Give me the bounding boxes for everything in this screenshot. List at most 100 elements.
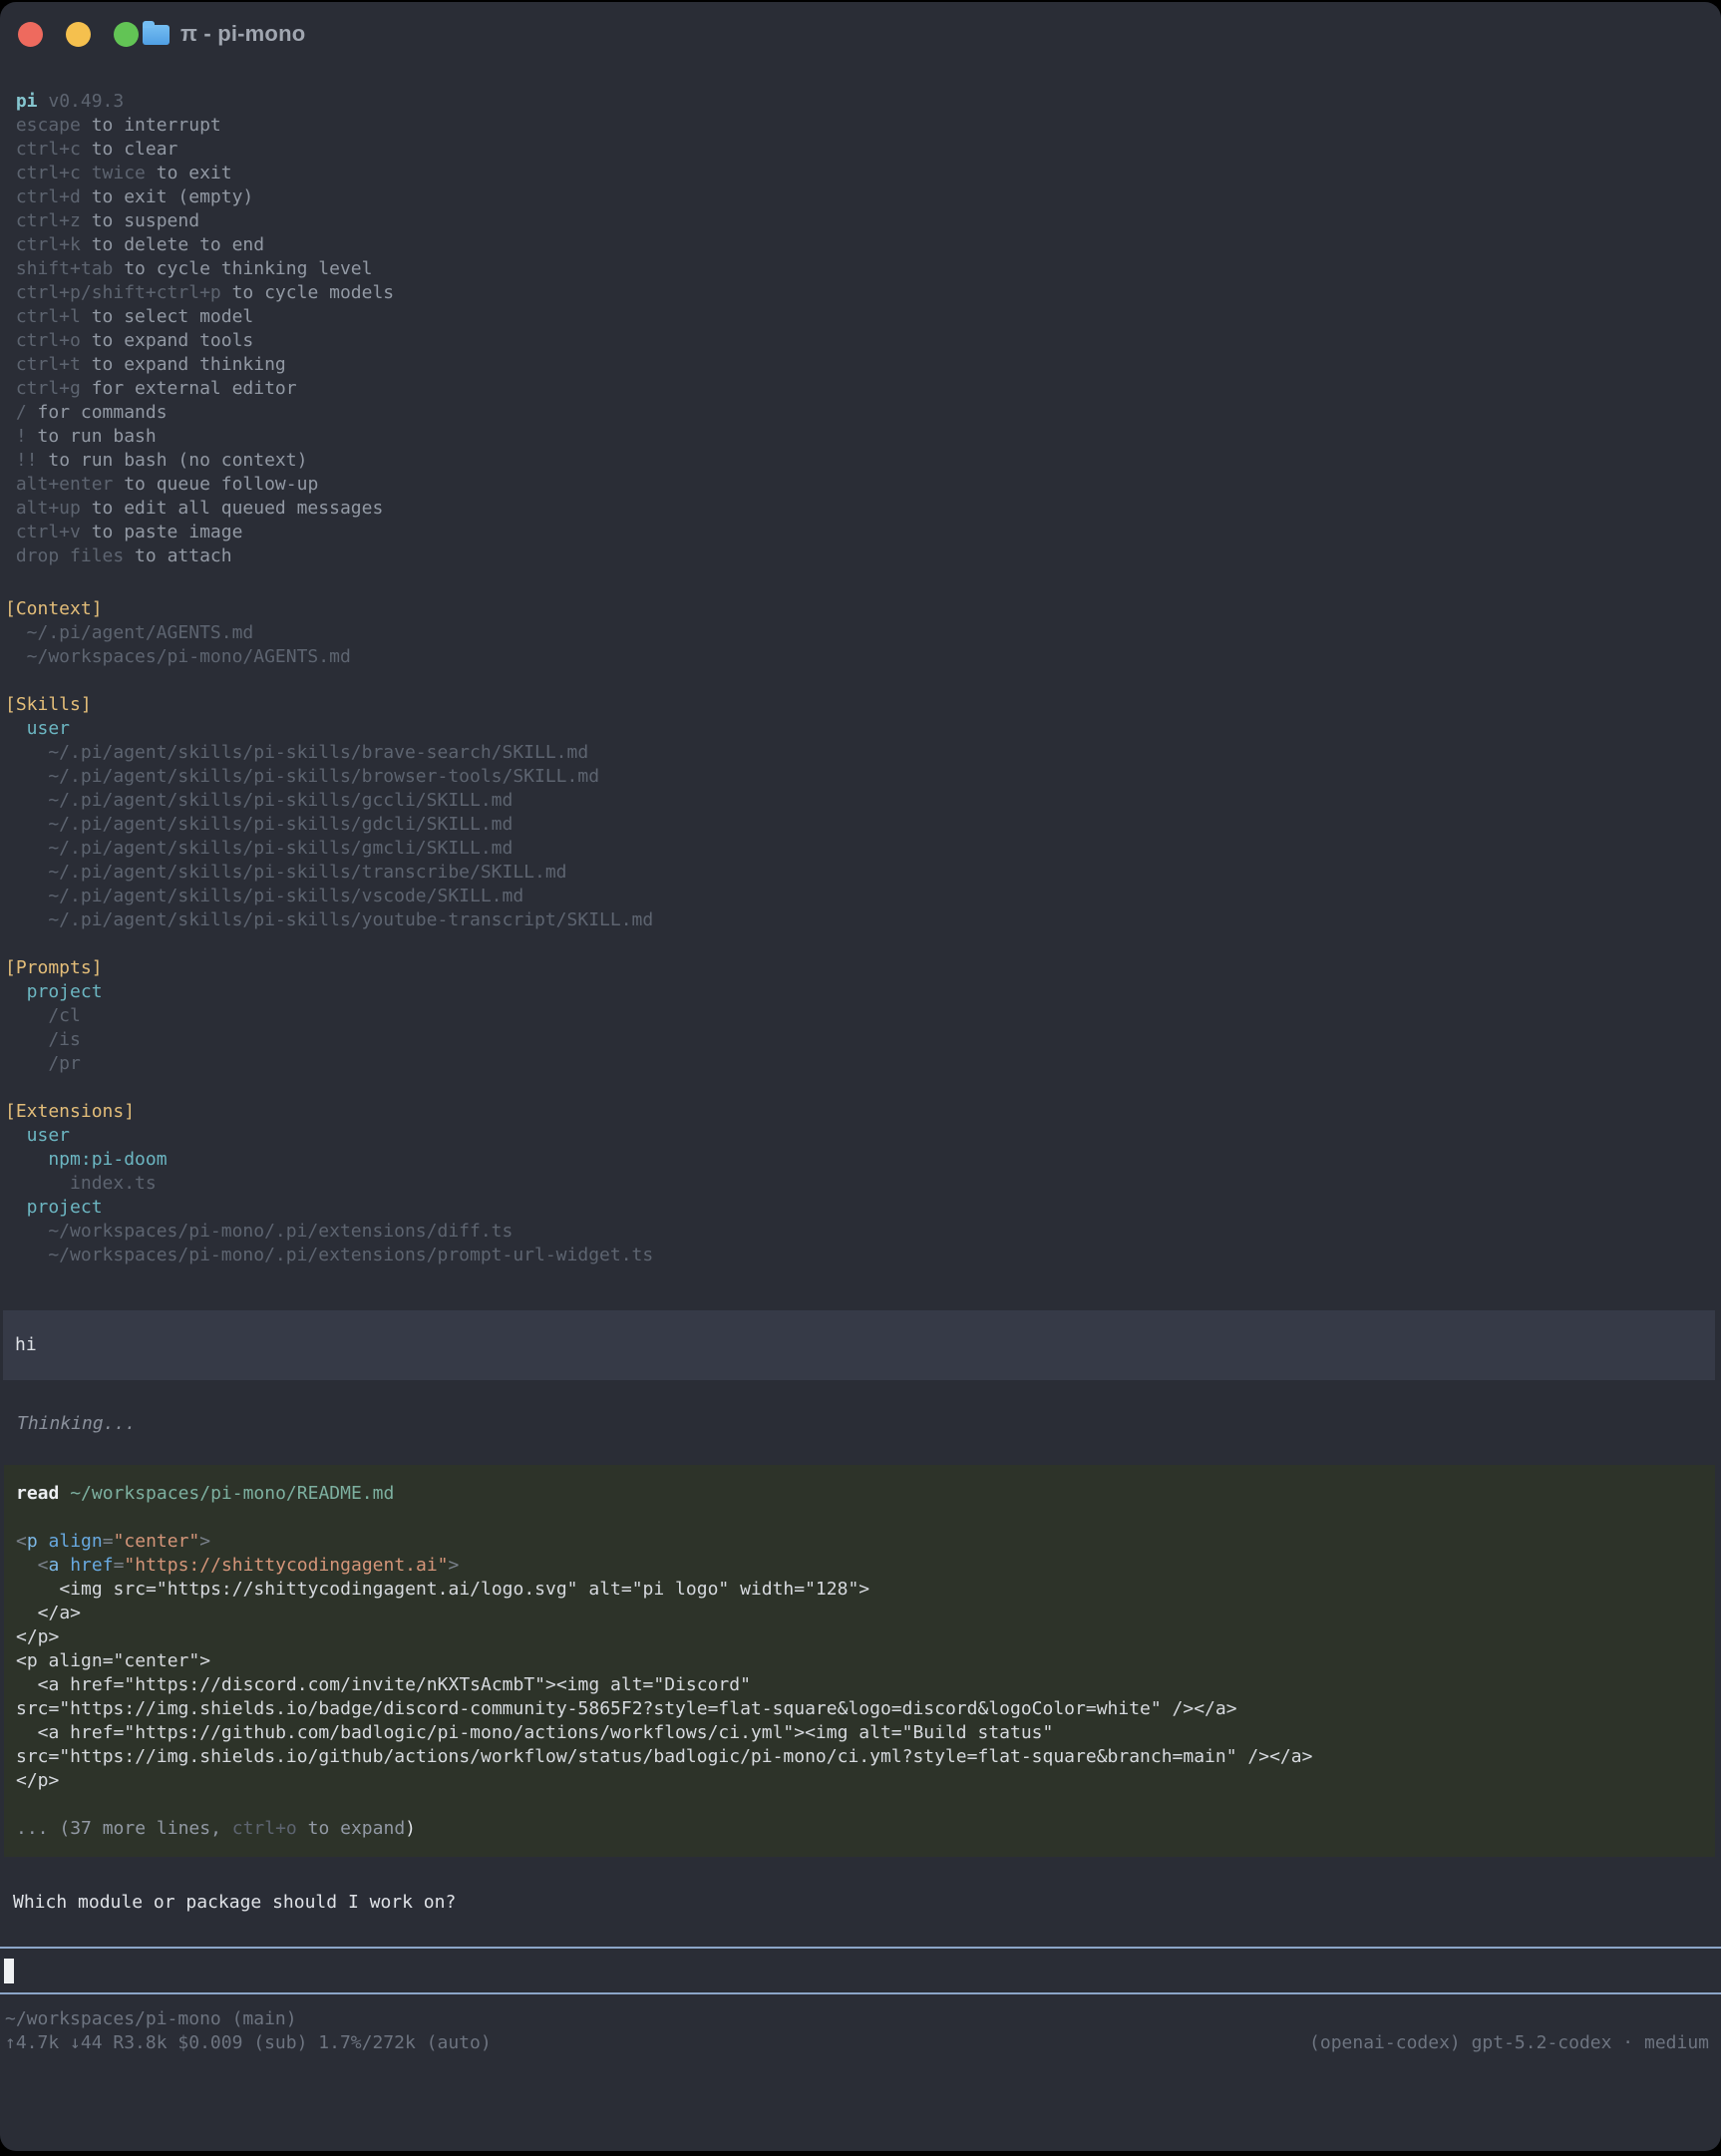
status-line: ↑4.7k ↓44 R3.8k $0.009 (sub) 1.7%/272k (… <box>5 2031 1709 2055</box>
text-segment <box>38 91 49 112</box>
text-segment: ctrl+l <box>5 306 81 327</box>
terminal-line <box>5 669 1721 693</box>
terminal-line: read ~/workspaces/pi-mono/README.md <box>16 1482 1715 1506</box>
text-segment: <a href="https://github.com/badlogic/pi-… <box>16 1722 1053 1743</box>
text-segment: ~/.pi/agent/skills/pi-skills/vscode/SKIL… <box>5 886 523 906</box>
text-segment: index.ts <box>5 1173 157 1194</box>
text-segment: (37 more lines, <box>59 1818 231 1839</box>
terminal-line <box>16 1793 1715 1817</box>
text-segment: ... <box>16 1818 59 1839</box>
terminal-line: <a href="https://github.com/badlogic/pi-… <box>16 1721 1715 1745</box>
thinking-indicator: Thinking... <box>0 1412 1721 1436</box>
text-segment: src="https://img.shields.io/badge/discor… <box>16 1698 1237 1719</box>
terminal-line: src="https://img.shields.io/badge/discor… <box>16 1697 1715 1721</box>
text-segment: /is <box>5 1029 81 1050</box>
close-button[interactable] <box>18 22 43 47</box>
text-segment: escape <box>5 115 81 136</box>
terminal-line: project <box>5 980 1721 1004</box>
text-segment: a <box>49 1555 71 1576</box>
terminal-line: <a href="https://shittycodingagent.ai"> <box>16 1554 1715 1578</box>
text-segment: to run bash <box>27 426 157 447</box>
terminal-window: π - pi-mono pi v0.49.3 escape to interru… <box>0 2 1721 2151</box>
terminal-line: shift+tab to cycle thinking level <box>5 257 1721 281</box>
prompt-input[interactable] <box>0 1947 1721 1994</box>
text-segment: ~/workspaces/pi-mono/.pi/extensions/diff… <box>5 1221 513 1242</box>
text-segment: npm:pi-doom <box>5 1149 168 1170</box>
text-segment: to attach <box>124 545 231 566</box>
text-segment: ~/.pi/agent/skills/pi-skills/gdcli/SKILL… <box>5 814 513 835</box>
terminal-line: src="https://img.shields.io/github/actio… <box>16 1745 1715 1769</box>
text-segment: < <box>16 1555 49 1576</box>
text-segment <box>5 91 16 112</box>
terminal-line: ctrl+k to delete to end <box>5 233 1721 257</box>
terminal-line: drop files to attach <box>5 544 1721 568</box>
text-segment: ctrl+t <box>5 354 81 375</box>
text-segment: alt+enter <box>5 474 113 495</box>
text-segment: to expand <box>297 1818 405 1839</box>
intro-help-lines: pi v0.49.3 escape to interrupt ctrl+c to… <box>0 90 1721 568</box>
text-segment: ) <box>405 1818 416 1839</box>
terminal-line: ~/workspaces/pi-mono/AGENTS.md <box>5 645 1721 669</box>
text-segment: src="https://img.shields.io/github/actio… <box>16 1746 1312 1767</box>
terminal-line: ctrl+c twice to exit <box>5 162 1721 185</box>
text-segment: </a> <box>16 1603 81 1623</box>
text-segment: ~/.pi/agent/skills/pi-skills/gmcli/SKILL… <box>5 838 513 859</box>
text-segment: to exit <box>146 163 232 183</box>
text-segment: ~/workspaces/pi-mono/README.md <box>59 1483 394 1504</box>
text-segment: user <box>5 1125 70 1146</box>
text-segment: p <box>27 1531 49 1552</box>
terminal-line: ctrl+v to paste image <box>5 521 1721 544</box>
text-segment: to exit (empty) <box>81 186 253 207</box>
text-segment: to expand tools <box>81 330 253 351</box>
text-segment: project <box>5 1197 103 1218</box>
read-tool-block: read ~/workspaces/pi-mono/README.md<p al… <box>4 1465 1715 1857</box>
text-segment: [Extensions] <box>5 1101 135 1122</box>
text-segment: /cl <box>5 1005 81 1026</box>
terminal-line: ctrl+d to exit (empty) <box>5 185 1721 209</box>
text-segment: align <box>49 1531 103 1552</box>
text-segment: > <box>449 1555 460 1576</box>
terminal-line: ~/.pi/agent/skills/pi-skills/gmcli/SKILL… <box>5 837 1721 861</box>
terminal-line: / for commands <box>5 401 1721 425</box>
text-segment: [Skills] <box>5 694 92 715</box>
text-segment: ctrl+k <box>5 234 81 255</box>
text-segment: ctrl+o <box>232 1818 297 1839</box>
text-segment: to queue follow-up <box>113 474 318 495</box>
terminal-line: </p> <box>16 1769 1715 1793</box>
terminal-line: ctrl+l to select model <box>5 305 1721 329</box>
terminal-line: ~/.pi/agent/skills/pi-skills/gdcli/SKILL… <box>5 813 1721 837</box>
text-segment: "center" <box>114 1531 200 1552</box>
zoom-button[interactable] <box>114 22 139 47</box>
window-title: π - pi-mono <box>180 21 305 47</box>
terminal-content: pi v0.49.3 escape to interrupt ctrl+c to… <box>0 90 1721 2055</box>
text-segment: drop files <box>5 545 124 566</box>
window-titlebar[interactable]: π - pi-mono <box>0 2 1721 66</box>
terminal-line: </a> <box>16 1602 1715 1625</box>
text-segment: ~/.pi/agent/skills/pi-skills/youtube-tra… <box>5 909 653 930</box>
text-segment: < <box>16 1531 27 1552</box>
text-segment: </p> <box>16 1770 59 1791</box>
folder-icon <box>143 25 170 45</box>
terminal-line: /is <box>5 1028 1721 1052</box>
text-segment: to expand thinking <box>81 354 286 375</box>
text-segment: ! <box>5 426 27 447</box>
status-model: (openai-codex) gpt-5.2-codex · medium <box>1309 2031 1709 2055</box>
text-segment: to clear <box>81 139 178 160</box>
terminal-line: /cl <box>5 1004 1721 1028</box>
minimize-button[interactable] <box>66 22 91 47</box>
terminal-line: ctrl+z to suspend <box>5 209 1721 233</box>
text-segment: <img src="https://shittycodingagent.ai/l… <box>16 1579 869 1600</box>
terminal-line: <img src="https://shittycodingagent.ai/l… <box>16 1578 1715 1602</box>
text-segment: ~/.pi/agent/skills/pi-skills/browser-too… <box>5 766 599 787</box>
text-segment: to select model <box>81 306 253 327</box>
text-segment: ~/.pi/agent/AGENTS.md <box>5 622 253 643</box>
terminal-line: ctrl+o to expand tools <box>5 329 1721 353</box>
user-message-text: hi <box>15 1333 1715 1357</box>
terminal-line: ctrl+t to expand thinking <box>5 353 1721 377</box>
terminal-line: ~/.pi/agent/skills/pi-skills/vscode/SKIL… <box>5 885 1721 908</box>
text-segment: to paste image <box>81 522 243 542</box>
terminal-line: [Context] <box>5 597 1721 621</box>
terminal-line: user <box>5 1124 1721 1148</box>
text-segment: /pr <box>5 1053 81 1074</box>
terminal-line: ctrl+g for external editor <box>5 377 1721 401</box>
